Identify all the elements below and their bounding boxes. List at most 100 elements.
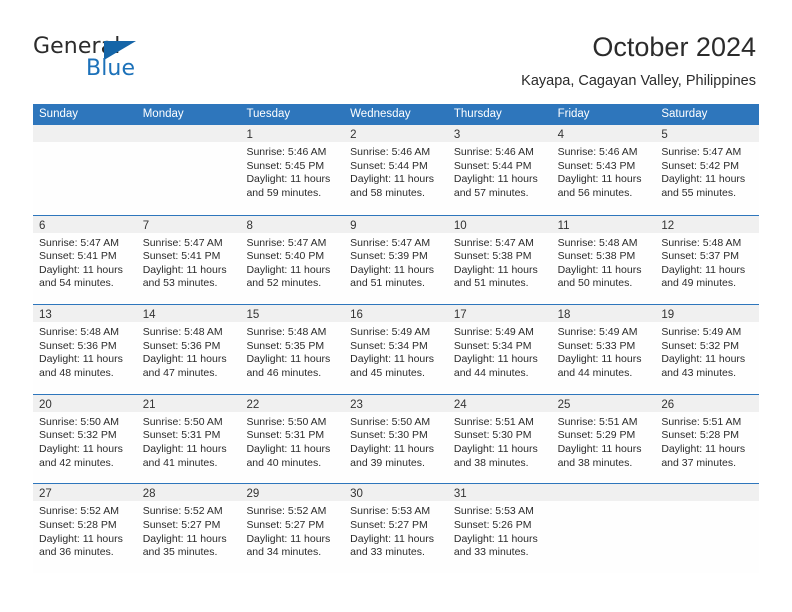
daylight-duration-line2: and 54 minutes.: [39, 277, 114, 290]
daylight-duration-line1: Daylight: 11 hours: [142, 442, 227, 455]
sunrise-time: Sunrise: 5:46 AM: [350, 146, 431, 158]
day-number-band: 28: [136, 484, 241, 502]
day-number-band: 24: [447, 394, 552, 412]
daylight-duration-line1: Daylight: 11 hours: [661, 442, 746, 455]
sunrise-time: Sunrise: 5:49 AM: [453, 326, 534, 339]
calendar-day-cell[interactable]: 29 Sunrise: 5:52 AM Sunset: 5:27 PM Dayligh…: [240, 484, 345, 573]
calendar-day-cell[interactable]: 20 Sunrise: 5:50 AM Sunset: 5:32 PM Dayligh…: [33, 394, 137, 484]
calendar-day-cell-empty: [655, 484, 760, 573]
day-number-band: 3: [447, 125, 552, 142]
calendar-day-cell[interactable]: 1 Sunrise: 5:46 AM Sunset: 5:45 PM Daylight…: [240, 125, 345, 215]
sunset-time: Sunset: 5:28 PM: [661, 429, 739, 442]
daylight-duration-line2: and 38 minutes.: [557, 456, 633, 469]
calendar-day-cell[interactable]: 10 Sunrise: 5:47 AM Sunset: 5:38 PM Dayligh…: [447, 215, 552, 305]
sunrise-time: Sunrise: 5:51 AM: [453, 415, 534, 428]
daylight-duration-line1: Daylight: 11 hours: [350, 263, 435, 276]
day-number: 26: [661, 398, 675, 411]
daylight-duration-line1: Daylight: 11 hours: [39, 442, 123, 455]
sunrise-time: Sunrise: 5:52 AM: [246, 505, 327, 518]
sunrise-time: Sunrise: 5:52 AM: [142, 505, 223, 518]
sunrise-time: Sunrise: 5:47 AM: [246, 236, 327, 249]
calendar-day-cell[interactable]: 19 Sunrise: 5:49 AM Sunset: 5:32 PM Dayligh…: [655, 305, 760, 394]
day-number-band: 20: [33, 394, 137, 412]
calendar-day-cell[interactable]: 18 Sunrise: 5:49 AM Sunset: 5:33 PM Dayligh…: [551, 305, 656, 394]
day-number-band: 23: [344, 394, 448, 412]
day-number-band: 14: [136, 305, 241, 323]
day-number-band: 7: [136, 215, 241, 233]
day-number: 3: [453, 129, 461, 141]
calendar-day-cell[interactable]: 28 Sunrise: 5:52 AM Sunset: 5:27 PM Dayligh…: [136, 484, 241, 573]
daylight-duration-line2: and 51 minutes.: [453, 277, 529, 290]
calendar-day-cell[interactable]: 11 Sunrise: 5:48 AM Sunset: 5:38 PM Dayligh…: [551, 215, 656, 305]
day-number: 11: [557, 219, 570, 232]
day-number: 15: [246, 309, 260, 322]
calendar-day-cell[interactable]: 31 Sunrise: 5:53 AM Sunset: 5:26 PM Dayligh…: [447, 484, 552, 573]
day-number-band: 29: [240, 484, 345, 502]
general-blue-logo[interactable]: General Blue: [33, 34, 233, 86]
sunset-time: Sunset: 5:44 PM: [350, 159, 428, 172]
calendar-day-cell[interactable]: 30 Sunrise: 5:53 AM Sunset: 5:27 PM Dayligh…: [344, 484, 448, 573]
day-number-band: 25: [551, 394, 656, 412]
sunset-time: Sunset: 5:29 PM: [557, 429, 636, 442]
calendar-day-cell[interactable]: 4 Sunrise: 5:46 AM Sunset: 5:43 PM Daylight…: [551, 125, 656, 215]
daylight-duration-line1: Daylight: 11 hours: [246, 442, 331, 455]
sunrise-time: Sunrise: 5:48 AM: [39, 326, 119, 339]
calendar-page: General Blue October 2024 Kayapa, Cagaya…: [0, 0, 792, 612]
daylight-duration-line1: Daylight: 11 hours: [246, 353, 331, 366]
weekday-header-sunday: Sunday: [39, 108, 79, 120]
sunset-time: Sunset: 5:30 PM: [350, 429, 428, 442]
calendar-day-cell[interactable]: 14 Sunrise: 5:48 AM Sunset: 5:36 PM Dayligh…: [136, 305, 241, 394]
sunset-time: Sunset: 5:31 PM: [142, 429, 221, 442]
calendar-day-cell[interactable]: 3 Sunrise: 5:46 AM Sunset: 5:44 PM Daylight…: [447, 125, 552, 215]
day-details: Sunrise: 5:47 AM Sunset: 5:38 PM Daylight:…: [448, 233, 552, 291]
calendar-day-cell[interactable]: 25 Sunrise: 5:51 AM Sunset: 5:29 PM Dayligh…: [551, 394, 656, 484]
calendar-day-cell[interactable]: 26 Sunrise: 5:51 AM Sunset: 5:28 PM Dayligh…: [655, 394, 760, 484]
calendar-day-cell[interactable]: 15 Sunrise: 5:48 AM Sunset: 5:35 PM Dayligh…: [240, 305, 345, 394]
calendar-day-cell[interactable]: 23 Sunrise: 5:50 AM Sunset: 5:30 PM Dayligh…: [344, 394, 448, 484]
daylight-duration-line1: Daylight: 11 hours: [453, 263, 538, 276]
calendar-day-cell[interactable]: 9 Sunrise: 5:47 AM Sunset: 5:39 PM Daylight…: [344, 215, 448, 305]
daylight-duration-line2: and 36 minutes.: [39, 546, 114, 559]
day-details: Sunrise: 5:51 AM Sunset: 5:29 PM Daylight:…: [552, 412, 656, 470]
day-details: Sunrise: 5:46 AM Sunset: 5:43 PM Daylight:…: [552, 142, 656, 200]
calendar-day-cell[interactable]: 6 Sunrise: 5:47 AM Sunset: 5:41 PM Daylight…: [33, 215, 137, 305]
day-details: Sunrise: 5:52 AM Sunset: 5:27 PM Daylight:…: [137, 501, 241, 559]
calendar-day-cell[interactable]: 27 Sunrise: 5:52 AM Sunset: 5:28 PM Dayligh…: [33, 484, 137, 573]
day-number: 8: [246, 219, 253, 232]
calendar-day-cell[interactable]: 12 Sunrise: 5:48 AM Sunset: 5:37 PM Dayligh…: [655, 215, 760, 305]
day-number: 2: [350, 129, 357, 141]
calendar-day-cell[interactable]: 13 Sunrise: 5:48 AM Sunset: 5:36 PM Dayligh…: [33, 305, 137, 394]
calendar-day-cell[interactable]: 22 Sunrise: 5:50 AM Sunset: 5:31 PM Dayligh…: [240, 394, 345, 484]
sunset-time: Sunset: 5:37 PM: [661, 250, 739, 263]
day-number-band: 26: [655, 394, 760, 412]
day-number-band: 13: [33, 305, 137, 323]
day-number-band: 4: [551, 125, 656, 142]
day-number: 4: [557, 129, 564, 141]
daylight-duration-line2: and 56 minutes.: [557, 186, 633, 199]
day-details: Sunrise: 5:52 AM Sunset: 5:27 PM Daylight:…: [240, 501, 344, 559]
calendar-day-cell[interactable]: 8 Sunrise: 5:47 AM Sunset: 5:40 PM Daylight…: [240, 215, 345, 305]
day-number-band: 16: [344, 305, 448, 323]
day-details: Sunrise: 5:51 AM Sunset: 5:28 PM Daylight:…: [655, 412, 759, 470]
sunrise-time: Sunrise: 5:49 AM: [557, 326, 638, 339]
sunset-time: Sunset: 5:31 PM: [246, 429, 325, 442]
weekday-header-thursday: Thursday: [453, 108, 502, 120]
calendar-day-cell[interactable]: 21 Sunrise: 5:50 AM Sunset: 5:31 PM Dayligh…: [136, 394, 241, 484]
calendar-day-cell[interactable]: 7 Sunrise: 5:47 AM Sunset: 5:41 PM Daylight…: [136, 215, 241, 305]
calendar-day-cell[interactable]: 5 Sunrise: 5:47 AM Sunset: 5:42 PM Daylight…: [655, 125, 760, 215]
calendar-day-cell[interactable]: 2 Sunrise: 5:46 AM Sunset: 5:44 PM Daylight…: [344, 125, 448, 215]
calendar-day-cell[interactable]: 24 Sunrise: 5:51 AM Sunset: 5:30 PM Dayligh…: [447, 394, 552, 484]
day-number: 16: [350, 309, 363, 322]
daylight-duration-line2: and 33 minutes.: [350, 546, 425, 559]
calendar-day-cell[interactable]: 16 Sunrise: 5:49 AM Sunset: 5:34 PM Dayligh…: [344, 305, 448, 394]
day-number: 6: [39, 219, 46, 232]
day-number: 21: [142, 398, 156, 411]
sunrise-time: Sunrise: 5:53 AM: [350, 505, 431, 518]
daylight-duration-line2: and 37 minutes.: [661, 456, 737, 469]
daylight-duration-line2: and 34 minutes.: [246, 546, 322, 559]
day-details: Sunrise: 5:47 AM Sunset: 5:40 PM Daylight:…: [240, 233, 344, 291]
daylight-duration-line2: and 46 minutes.: [246, 366, 322, 379]
calendar-day-cell[interactable]: 17 Sunrise: 5:49 AM Sunset: 5:34 PM Dayligh…: [447, 305, 552, 394]
sunrise-time: Sunrise: 5:49 AM: [661, 326, 742, 339]
day-details: Sunrise: 5:47 AM Sunset: 5:41 PM Daylight:…: [137, 233, 241, 291]
